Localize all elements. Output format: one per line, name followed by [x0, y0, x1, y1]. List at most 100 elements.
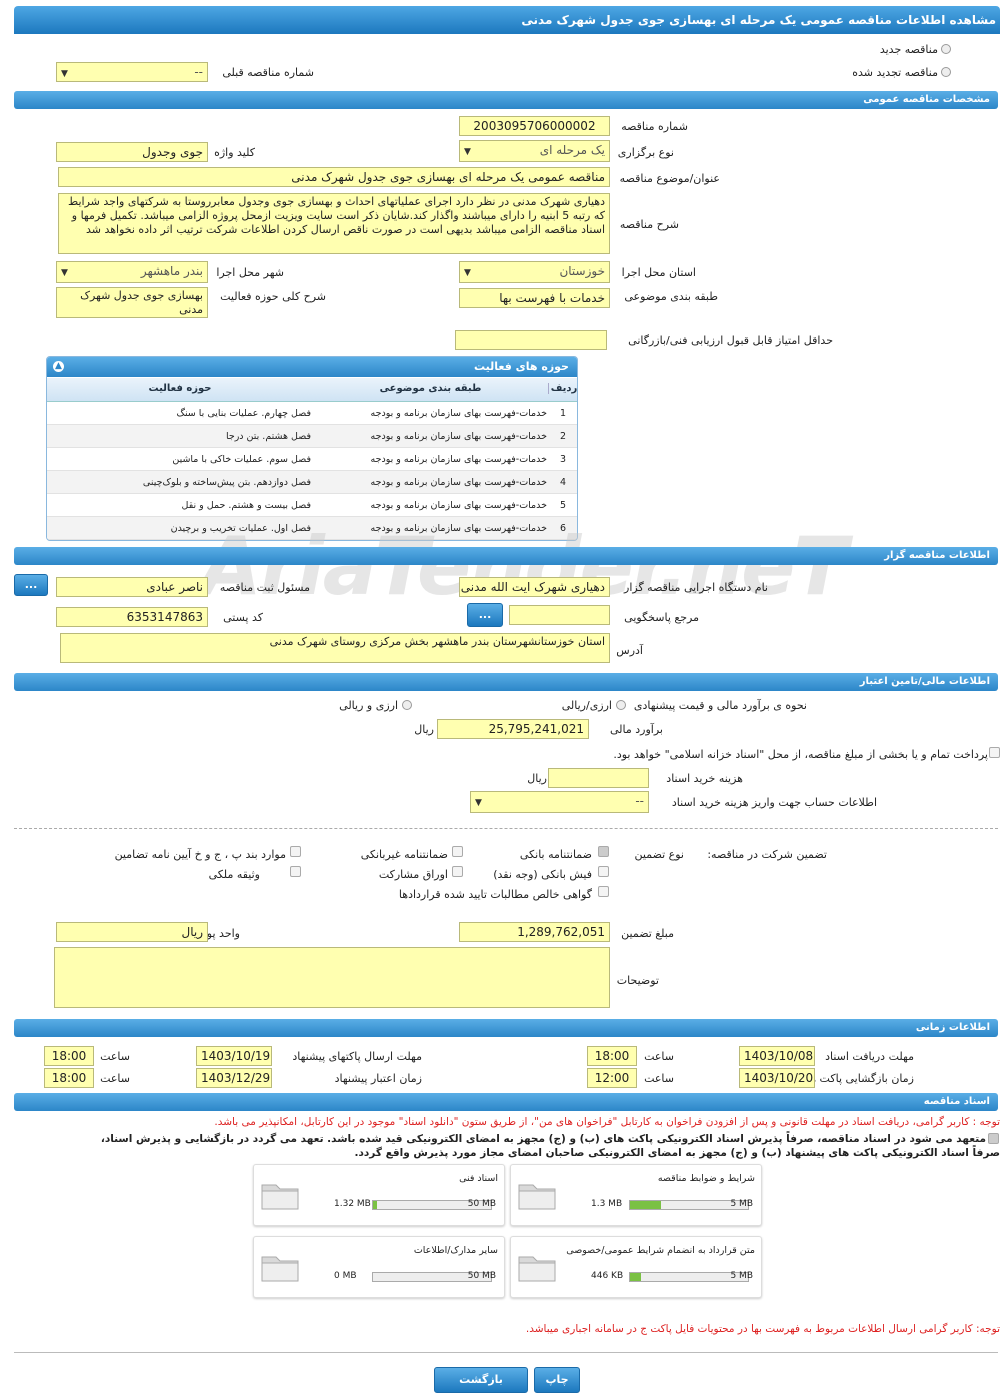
- commit-checkbox[interactable]: [988, 1133, 999, 1144]
- docs-note: توجه : کاربر گرامی، دریافت اسناد در مهلت…: [214, 1116, 1000, 1128]
- commit-text-1: متعهد می شود در اسناد مناقصه، صرفاً پذیر…: [100, 1133, 986, 1145]
- doc-deadline-label: مهلت دریافت اسناد: [825, 1050, 914, 1063]
- table-row: 3 خدمات-فهرست بهای سازمان برنامه و بودجه ف…: [47, 448, 577, 471]
- col-field: حوزه فعالیت: [148, 383, 212, 394]
- officer-select-button[interactable]: ...: [14, 574, 48, 596]
- postal-label: کد پستی: [223, 611, 263, 624]
- doc-cost-field: [548, 768, 649, 788]
- progress-fill: [630, 1273, 641, 1281]
- organizer-section-header: اطلاعات مناقصه گزار: [14, 547, 998, 565]
- folder-icon: [261, 1184, 299, 1210]
- open-label: زمان بازگشایی پاکت ها: [806, 1072, 914, 1085]
- address-label: آدرس: [616, 644, 643, 657]
- divider: [14, 828, 998, 829]
- tender-number-field: 2003095706000002: [459, 116, 610, 136]
- progress-fill: [373, 1201, 377, 1209]
- valid-time-label: ساعت: [100, 1072, 130, 1085]
- province-label: استان محل اجرا: [621, 266, 696, 279]
- page-title: مشاهده اطلاعات مناقصه عمومی یک مرحله ای …: [14, 6, 1000, 34]
- collapse-icon[interactable]: ▲: [53, 361, 64, 372]
- open-time-field: 12:00: [587, 1068, 637, 1088]
- subject-field[interactable]: مناقصه عمومی یک مرحله ای بهسازی جوی جدول…: [58, 167, 610, 187]
- col-row: ردیف: [550, 383, 578, 394]
- method-label: نحوه ی برآورد مالی و قیمت پیشنهادی: [633, 699, 807, 712]
- account-label: اطلاعات حساب جهت واریز هزینه خرید اسناد: [671, 796, 877, 809]
- type-select[interactable]: ▼ یک مرحله ای: [459, 140, 610, 162]
- divider: [14, 1352, 998, 1353]
- file-card[interactable]: شرایط و ضوابط مناقصه 1.3 MB 5 MB: [510, 1164, 762, 1226]
- treasury-checkbox[interactable]: [989, 747, 1000, 758]
- category-field: خدمات با فهرست بها: [459, 288, 610, 308]
- docs-section-header: اسناد مناقصه: [14, 1093, 998, 1111]
- notes-field: [54, 947, 610, 1008]
- file-card[interactable]: سایر مدارک/اطلاعات 0 MB 50 MB: [253, 1236, 505, 1298]
- new-tender-radio[interactable]: [941, 44, 951, 54]
- ref-field: [509, 605, 610, 625]
- method-radio-2[interactable]: [402, 700, 412, 710]
- org-label: نام دستگاه اجرایی مناقصه گزار: [624, 581, 768, 594]
- table-row: 5 خدمات-فهرست بهای سازمان برنامه و بودجه ف…: [47, 494, 577, 517]
- chevron-down-icon: ▼: [475, 798, 482, 808]
- bonds-label: اوراق مشارکت: [378, 868, 448, 881]
- activities-table: حوزه های فعالیت ▲ ردیف طبقه بندی موضوعی …: [46, 356, 578, 541]
- watermark: AriaTender.neT: [200, 520, 848, 613]
- method-opt1: ارزی/ریالی: [561, 699, 612, 712]
- renewed-tender-label: مناقصه تجدید شده: [852, 66, 938, 79]
- officer-field: ناصر عبادی: [56, 577, 208, 597]
- account-select[interactable]: ▼ --: [470, 791, 649, 813]
- doc-time-label: ساعت: [644, 1050, 674, 1063]
- chevron-down-icon: ▼: [464, 147, 471, 157]
- method-radio-1[interactable]: [616, 700, 626, 710]
- file-card[interactable]: متن قرارداد به انضمام شرایط عمومی/خصوصی …: [510, 1236, 762, 1298]
- renewed-tender-radio[interactable]: [941, 67, 951, 77]
- min-score-label: حداقل امتیاز قابل قبول ارزیابی فنی/بازرگ…: [628, 334, 833, 347]
- category-label: طبقه بندی موضوعی: [624, 290, 718, 303]
- finance-section-header: اطلاعات مالی/تامین اعتبار: [14, 673, 998, 691]
- prev-number-label: شماره مناقصه قبلی: [222, 66, 314, 79]
- currency-field: ریال: [56, 922, 208, 942]
- ref-select-button[interactable]: ...: [467, 603, 503, 627]
- print-button[interactable]: چاپ: [534, 1367, 580, 1393]
- doc-deadline-field: 1403/10/08: [739, 1046, 815, 1066]
- postal-field: 6353147863: [56, 607, 208, 627]
- property-checkbox[interactable]: [290, 866, 301, 877]
- estimate-field: 25,795,241,021: [437, 719, 589, 739]
- col-category: طبقه بندی موضوعی: [313, 383, 549, 394]
- estimate-unit: ریال: [414, 723, 434, 736]
- desc-field[interactable]: دهیاری شهرک مدنی در نظر دارد اجرای عملیا…: [58, 193, 610, 254]
- progress-fill: [630, 1201, 661, 1209]
- city-select[interactable]: ▼ بندر ماهشهر: [56, 261, 208, 283]
- bank-checkbox[interactable]: [598, 846, 609, 857]
- activities-columns: ردیف طبقه بندی موضوعی حوزه فعالیت: [47, 378, 578, 402]
- prev-number-select[interactable]: ▼ --: [56, 62, 208, 82]
- bonds-checkbox[interactable]: [452, 866, 463, 877]
- receivables-checkbox[interactable]: [598, 886, 609, 897]
- table-row: 1 خدمات-فهرست بهای سازمان برنامه و بودجه ف…: [47, 402, 577, 425]
- file-card[interactable]: اسناد فنی 1.32 MB 50 MB: [253, 1164, 505, 1226]
- province-select[interactable]: ▼ خوزستان: [459, 261, 610, 283]
- guarantee-type-label: نوع تضمین: [634, 848, 684, 861]
- amount-label: مبلغ تضمین: [621, 927, 674, 940]
- nonbank-checkbox[interactable]: [452, 846, 463, 857]
- notes-label: توضیحات: [616, 974, 659, 987]
- type-label: نوع برگزاری: [617, 146, 674, 159]
- ref-label: مرجع پاسخگویی: [624, 611, 699, 624]
- send-deadline-label: مهلت ارسال پاکتهای پیشنهاد: [292, 1050, 422, 1063]
- folder-icon: [261, 1256, 299, 1282]
- clauses-checkbox[interactable]: [290, 846, 301, 857]
- cash-checkbox[interactable]: [598, 866, 609, 877]
- address-field: استان خوزستانشهرستان بندر ماهشهر بخش مرک…: [60, 633, 610, 663]
- keyword-field[interactable]: جوی وجدول: [56, 142, 208, 162]
- chevron-down-icon: ▼: [464, 268, 471, 278]
- doc-time-field: 18:00: [587, 1046, 637, 1066]
- cash-label: فیش بانکی (وجه نقد): [493, 868, 592, 881]
- method-opt2: ارزی و ریالی: [339, 699, 398, 712]
- open-time-label: ساعت: [644, 1072, 674, 1085]
- nonbank-label: ضمانتنامه غیربانکی: [360, 848, 448, 861]
- valid-label: زمان اعتبار پیشنهاد: [334, 1072, 422, 1085]
- property-label: وثیقه ملکی: [208, 868, 260, 881]
- valid-time-field: 18:00: [44, 1068, 94, 1088]
- desc-label: شرح مناقصه: [619, 218, 679, 231]
- back-button[interactable]: بازگشت: [434, 1367, 528, 1393]
- officer-label: مسئول ثبت مناقصه: [219, 581, 310, 594]
